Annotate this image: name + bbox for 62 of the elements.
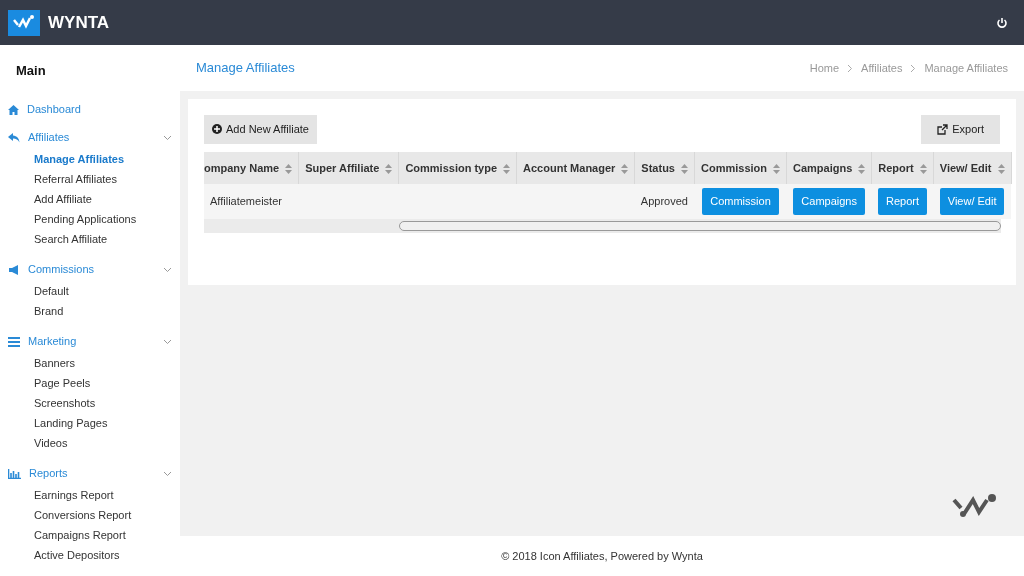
brand-name: WYNTA — [48, 11, 110, 34]
external-link-icon — [937, 123, 949, 135]
sidebar-item[interactable]: Banners — [8, 352, 180, 373]
export-button[interactable]: Export — [921, 115, 1000, 144]
reply-arrow-icon — [8, 132, 20, 143]
page-title: Manage Affiliates — [196, 59, 295, 78]
sidebar-item[interactable]: Page Peels — [8, 372, 180, 393]
menu-icon — [8, 336, 20, 347]
column-header[interactable]: Status — [641, 161, 675, 174]
sidebar-item[interactable]: Earnings Report — [8, 484, 180, 505]
sort-icon[interactable] — [285, 163, 293, 174]
sidebar-section[interactable]: Marketing — [28, 333, 77, 350]
power-icon[interactable] — [996, 16, 1008, 29]
chevron-down-icon[interactable] — [163, 338, 172, 345]
sidebar-item[interactable]: Pending Applications — [8, 208, 180, 229]
sidebar-item[interactable]: Manage Affiliates — [8, 148, 180, 169]
column-header[interactable]: Report — [878, 161, 914, 174]
sidebar-section[interactable]: Dashboard — [27, 101, 81, 118]
bar-chart-icon — [8, 468, 21, 479]
sort-icon[interactable] — [621, 163, 629, 174]
logo-icon — [8, 9, 40, 36]
sort-icon[interactable] — [773, 163, 780, 174]
sidebar-item[interactable]: Landing Pages — [8, 412, 180, 433]
sort-icon[interactable] — [385, 163, 393, 174]
sort-icon[interactable] — [997, 163, 1005, 174]
table-cell: Approved — [640, 195, 688, 208]
plus-circle-icon — [212, 124, 222, 135]
chevron-down-icon[interactable] — [163, 266, 172, 273]
chevron-down-icon[interactable] — [163, 470, 172, 477]
sidebar-item[interactable]: Brand — [8, 300, 180, 321]
sidebar-section[interactable]: Commissions — [28, 261, 94, 278]
sort-icon[interactable] — [858, 163, 866, 174]
sidebar-item[interactable]: Screenshots — [8, 392, 180, 413]
sidebar-item[interactable]: Search Affiliate — [8, 228, 180, 249]
sidebar-item[interactable]: Add Affiliate — [8, 188, 180, 209]
sidebar-item[interactable]: Conversions Report — [8, 504, 180, 525]
table-cell: Affiliatemeister — [210, 195, 282, 208]
add-affiliate-button[interactable]: Add New Affiliate — [204, 115, 317, 144]
chevron-right-icon — [910, 63, 917, 73]
chevron-right-icon — [847, 63, 854, 73]
sidebar-section[interactable]: Affiliates — [28, 129, 70, 146]
sort-icon[interactable] — [681, 163, 688, 174]
sidebar-item[interactable]: Campaigns Report — [8, 524, 180, 545]
column-header[interactable]: Account Manager — [523, 161, 616, 174]
column-header[interactable]: ompany Name — [204, 161, 280, 174]
scrollbar-thumb[interactable] — [399, 221, 1001, 231]
home-icon — [8, 104, 19, 115]
megaphone-icon — [8, 264, 20, 275]
sort-icon[interactable] — [503, 163, 511, 174]
sort-icon[interactable] — [919, 163, 927, 174]
column-header[interactable]: Commission — [701, 161, 767, 174]
column-header[interactable]: Commission type — [405, 161, 498, 174]
sidebar-item[interactable]: Active Depositors — [8, 544, 180, 565]
sidebar-item[interactable]: Default — [8, 280, 180, 301]
column-header[interactable]: Campaigns — [793, 161, 853, 174]
sidebar-section[interactable]: Reports — [29, 465, 68, 482]
chevron-down-icon[interactable] — [163, 134, 172, 141]
footer-text: © 2018 Icon Affiliates, Powered by Wynta — [501, 550, 703, 562]
sidebar-item[interactable]: Videos — [8, 432, 180, 453]
sidebar-title: Main — [16, 62, 47, 80]
sidebar-item[interactable]: Referral Affiliates — [8, 168, 180, 189]
column-header[interactable]: Super Affiliate — [305, 161, 380, 174]
